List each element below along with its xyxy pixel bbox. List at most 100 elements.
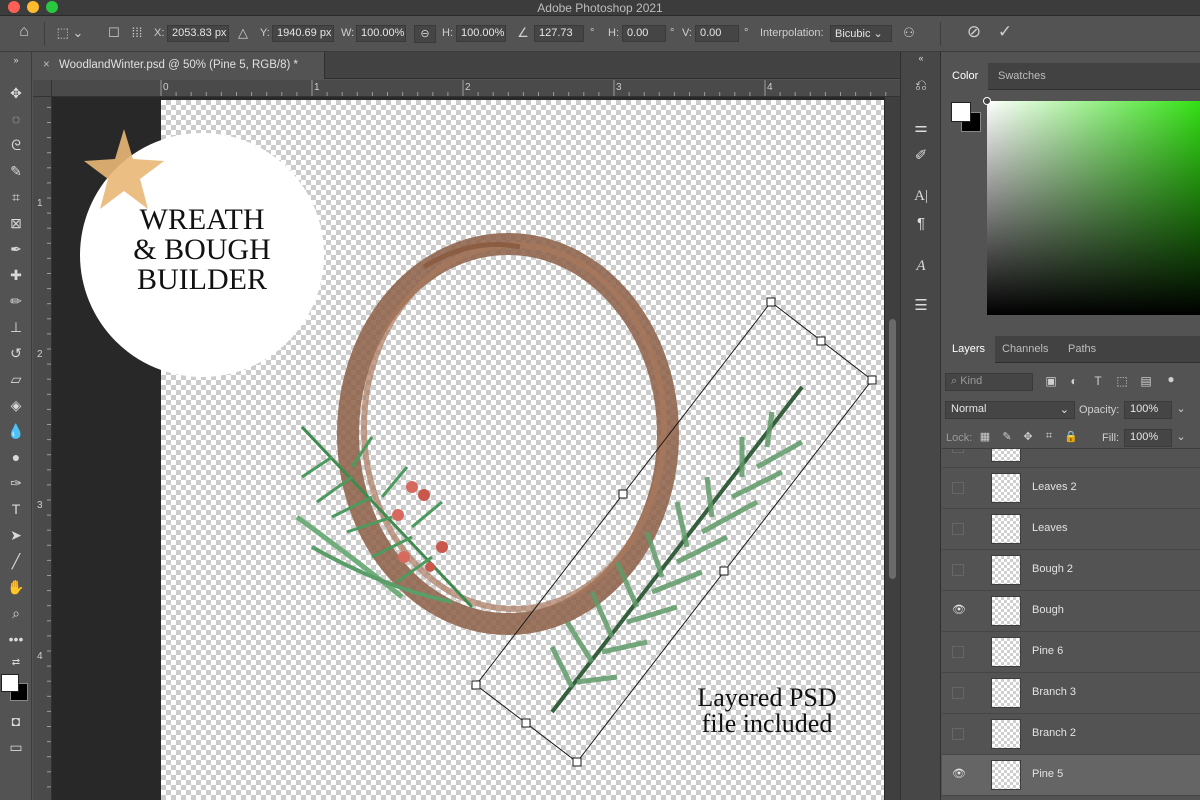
home-icon[interactable]: ⌂ <box>14 23 34 41</box>
layer-row[interactable]: Branch 2 <box>942 714 1200 755</box>
quick-mask-icon[interactable]: ◘ <box>4 710 28 732</box>
document-tab[interactable]: × WoodlandWinter.psd @ 50% (Pine 5, RGB/… <box>33 52 325 79</box>
reference-point-checkbox[interactable]: ☐ <box>106 25 122 41</box>
rotate-angle-field[interactable]: 127.73 <box>534 25 584 42</box>
fill-field[interactable]: 100% <box>1124 429 1172 447</box>
interpolation-select[interactable]: Bicubic ⌄ <box>830 25 892 42</box>
warp-mode-icon[interactable]: ⚇ <box>900 25 918 41</box>
pen-tool-icon[interactable]: ✑ <box>4 472 28 494</box>
filter-smart-object-icon[interactable]: ▤ <box>1139 374 1153 388</box>
hand-tool-icon[interactable]: ✋ <box>4 576 28 598</box>
layer-row[interactable]: Leaves 2 <box>942 468 1200 509</box>
visibility-toggle[interactable] <box>952 523 964 535</box>
transform-handle[interactable] <box>471 680 481 690</box>
history-brush-tool-icon[interactable]: ↺ <box>4 342 28 364</box>
layer-filter-kind[interactable]: ⌕ Kind <box>945 373 1033 391</box>
reference-point-grid-icon[interactable]: ⁞⁞⁞ <box>127 25 147 40</box>
color-picker-field[interactable] <box>983 97 1200 315</box>
filter-shape-icon[interactable]: ⬚ <box>1115 374 1129 388</box>
filter-pixel-icon[interactable]: ▣ <box>1044 374 1058 388</box>
brushes-panel-icon[interactable]: ✐ <box>909 144 933 168</box>
character-panel-icon[interactable]: A| <box>909 184 933 208</box>
layer-row[interactable]: Leaves <box>942 509 1200 550</box>
quick-selection-tool-icon[interactable]: ✎ <box>4 160 28 182</box>
scrollbar-thumb[interactable] <box>889 319 896 579</box>
filter-adjustment-icon[interactable]: ◐ <box>1067 374 1081 388</box>
transform-handle[interactable] <box>572 757 582 767</box>
swap-colors-icon[interactable]: ⇄ <box>4 652 28 674</box>
visibility-toggle[interactable] <box>952 646 964 658</box>
eyedropper-tool-icon[interactable]: ✒ <box>4 238 28 260</box>
width-field[interactable]: 100.00% <box>356 25 406 42</box>
vertical-ruler[interactable]: 1 2 3 4 <box>33 97 52 800</box>
more-tools-icon[interactable]: ••• <box>4 628 28 650</box>
path-selection-tool-icon[interactable]: ➤ <box>4 524 28 546</box>
layer-row[interactable]: Branch 3 <box>942 673 1200 714</box>
lock-image-icon[interactable]: ✎ <box>1000 430 1014 443</box>
type-tool-icon[interactable]: T <box>4 498 28 520</box>
fill-dropdown-icon[interactable]: ⌄ <box>1174 430 1188 443</box>
visibility-toggle[interactable] <box>952 449 964 453</box>
glyphs-panel-icon[interactable]: A <box>909 254 933 278</box>
move-tool-icon[interactable]: ✥ <box>4 82 28 104</box>
zoom-tool-icon[interactable]: ⌕ <box>4 602 28 624</box>
filter-toggle-icon[interactable]: ● <box>1164 372 1178 386</box>
marquee-tool-icon[interactable]: ◌ <box>4 108 28 130</box>
layer-row[interactable]: Leaves 3 <box>942 449 1200 468</box>
line-tool-icon[interactable]: ╱ <box>4 550 28 572</box>
transform-handle[interactable] <box>719 566 729 576</box>
tab-paths[interactable]: Paths <box>1058 336 1106 363</box>
properties-panel-icon[interactable]: ☰ <box>909 294 933 318</box>
panel-foreground-swatch[interactable] <box>951 102 971 122</box>
relative-position-icon[interactable]: △ <box>236 25 250 41</box>
layer-row[interactable]: 👁 Bough <box>942 591 1200 632</box>
healing-brush-tool-icon[interactable]: ✚ <box>4 264 28 286</box>
y-position-field[interactable]: 1940.69 px <box>272 25 334 42</box>
eye-icon[interactable]: 👁 <box>952 605 966 617</box>
layer-row[interactable]: Pine 6 <box>942 632 1200 673</box>
history-panel-icon[interactable]: ⎌ <box>909 74 933 98</box>
visibility-toggle[interactable] <box>952 728 964 740</box>
opacity-field[interactable]: 100% <box>1124 401 1172 419</box>
transform-handle[interactable] <box>618 489 628 499</box>
eraser-tool-icon[interactable]: ▱ <box>4 368 28 390</box>
collapse-toolbar-icon[interactable]: » <box>4 54 28 66</box>
layer-row[interactable]: 👁 Pine 5 <box>942 755 1200 796</box>
dodge-tool-icon[interactable]: ● <box>4 446 28 468</box>
x-position-field[interactable]: 2053.83 px <box>167 25 229 42</box>
visibility-toggle[interactable] <box>952 482 964 494</box>
lock-transparent-icon[interactable]: ▦ <box>978 430 992 443</box>
frame-tool-icon[interactable]: ⊠ <box>4 212 28 234</box>
clone-stamp-tool-icon[interactable]: ⊥ <box>4 316 28 338</box>
cancel-transform-icon[interactable]: ⊘ <box>964 22 984 42</box>
lasso-tool-icon[interactable]: ᘓ <box>4 134 28 156</box>
visibility-toggle[interactable] <box>952 564 964 576</box>
screen-mode-icon[interactable]: ▭ <box>4 736 28 758</box>
paint-bucket-tool-icon[interactable]: ◈ <box>4 394 28 416</box>
filter-type-icon[interactable]: T <box>1091 374 1105 388</box>
tab-color[interactable]: Color <box>942 63 989 90</box>
paragraph-panel-icon[interactable]: ¶ <box>909 212 933 236</box>
transform-tool-preset-icon[interactable]: ⬚ ⌄ <box>55 25 85 41</box>
transform-handle[interactable] <box>766 297 776 307</box>
canvas-pasteboard[interactable]: WREATH & BOUGH BUILDER Layered PSD file … <box>52 97 885 800</box>
h-skew-field[interactable]: 0.00 <box>622 25 666 42</box>
close-document-icon[interactable]: × <box>43 52 50 79</box>
vertical-scrollbar[interactable] <box>885 97 900 800</box>
lock-artboard-icon[interactable]: ⌗ <box>1042 430 1056 443</box>
lock-all-icon[interactable]: 🔒 <box>1064 430 1078 443</box>
tab-channels[interactable]: Channels <box>992 336 1058 363</box>
blur-tool-icon[interactable]: 💧 <box>4 420 28 442</box>
link-icon[interactable]: ⊖ <box>414 25 436 43</box>
transform-handle[interactable] <box>816 336 826 346</box>
height-field[interactable]: 100.00% <box>456 25 506 42</box>
transform-handle[interactable] <box>867 375 877 385</box>
color-picker-marker[interactable] <box>983 97 991 105</box>
layer-row[interactable]: Bough 2 <box>942 550 1200 591</box>
eye-icon[interactable]: 👁 <box>952 769 966 781</box>
brush-tool-icon[interactable]: ✏ <box>4 290 28 312</box>
v-skew-field[interactable]: 0.00 <box>695 25 739 42</box>
blend-mode-select[interactable]: Normal ⌄ <box>945 401 1075 419</box>
horizontal-ruler[interactable]: 0 1 2 3 4 <box>52 80 900 97</box>
opacity-dropdown-icon[interactable]: ⌄ <box>1174 402 1188 415</box>
